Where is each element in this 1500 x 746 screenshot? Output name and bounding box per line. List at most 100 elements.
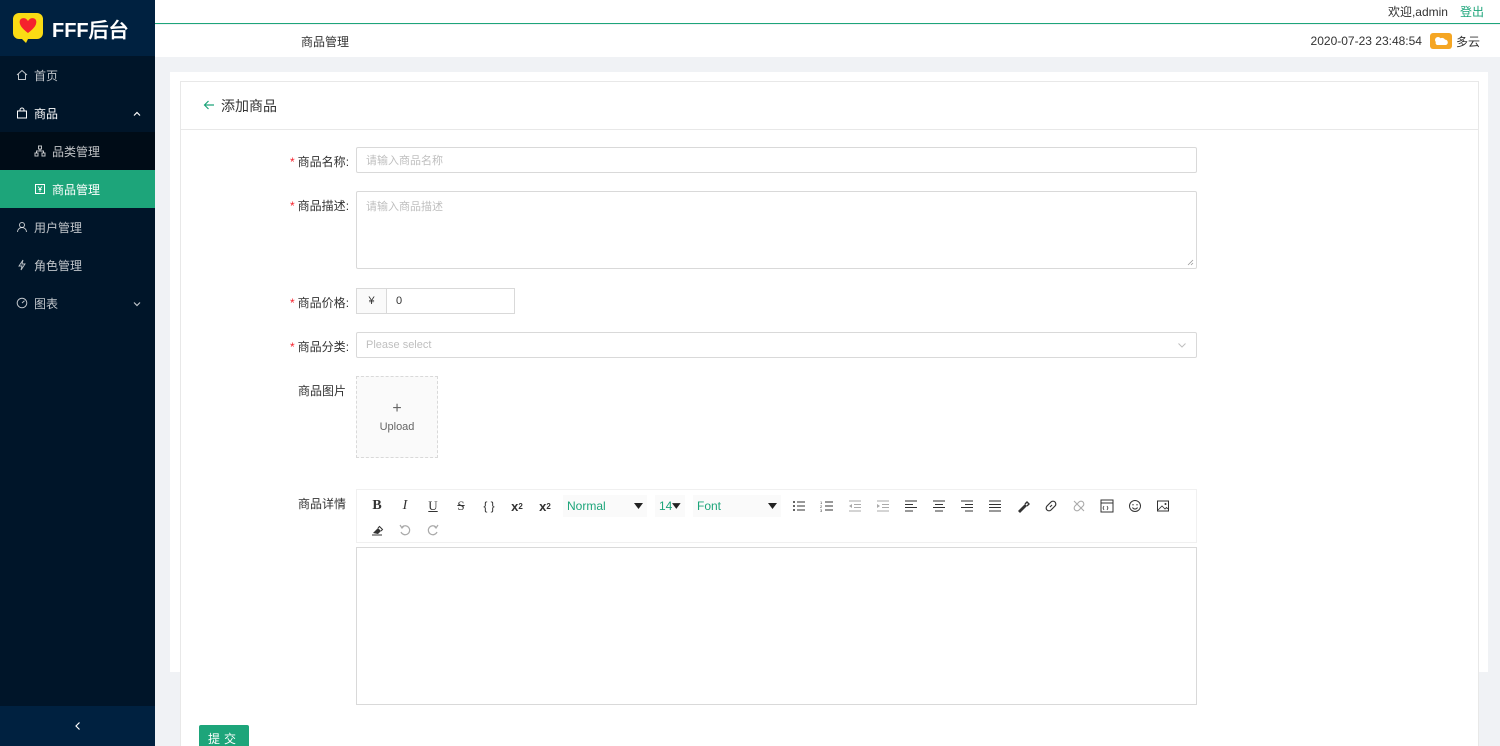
align-justify-icon[interactable]	[981, 494, 1009, 518]
sidebar-item-label: 商品	[34, 106, 59, 121]
desc-textarea[interactable]: 请输入商品描述	[356, 191, 1197, 269]
outdent-icon[interactable]	[841, 494, 869, 518]
align-center-icon[interactable]	[925, 494, 953, 518]
font-select[interactable]: Font	[693, 495, 781, 517]
header-select[interactable]: Normal	[563, 495, 647, 517]
breadcrumb: 商品管理	[301, 34, 350, 49]
undo-icon[interactable]	[391, 518, 419, 542]
sidebar-item-product-manage[interactable]: 商品管理	[0, 170, 155, 208]
sidebar-item-label: 商品管理	[52, 182, 101, 197]
form-row-price: * 商品价格: ¥ 0	[290, 288, 515, 314]
redo-icon[interactable]	[419, 518, 447, 542]
cloudy-icon	[1429, 33, 1452, 49]
header-bottom: 商品管理 2020-07-23 23:48:54 多云	[155, 25, 1500, 57]
emoji-icon[interactable]	[1121, 494, 1149, 518]
desc-label: * 商品描述:	[290, 199, 350, 213]
sidebar-item-label: 品类管理	[52, 144, 101, 159]
card-header: 添加商品	[181, 82, 1478, 130]
sidebar-item-label: 图表	[34, 296, 59, 311]
italic-icon[interactable]: I	[391, 494, 419, 518]
caret-down-icon	[672, 503, 681, 509]
header-select-value: Normal	[567, 499, 606, 513]
form-row-name: * 商品名称: 请输入商品名称	[290, 147, 1197, 173]
page-title: 添加商品	[221, 97, 277, 114]
thunderbolt-icon	[16, 259, 28, 271]
price-input-group: ¥ 0	[356, 288, 515, 314]
code-block-icon[interactable]: { }	[475, 494, 503, 518]
rich-text-editor: B I U S { } x2 x2 Normal 14 Font 1 2 3	[356, 489, 1197, 705]
arrow-left-icon[interactable]	[203, 98, 215, 114]
welcome-text: 欢迎,admin	[1387, 5, 1448, 19]
underline-icon[interactable]: U	[419, 494, 447, 518]
form-row-desc: * 商品描述: 请输入商品描述	[290, 191, 1197, 269]
chevron-left-icon	[74, 722, 80, 730]
sidebar-item-label: 用户管理	[34, 220, 83, 235]
dashboard-icon	[16, 297, 28, 309]
apartment-icon	[34, 145, 46, 157]
subscript-icon[interactable]: x2	[531, 494, 559, 518]
editor-content-area[interactable]	[356, 547, 1197, 705]
image-upload[interactable]: + Upload	[356, 376, 438, 458]
superscript-icon[interactable]: x2	[503, 494, 531, 518]
product-icon	[34, 183, 46, 195]
size-select[interactable]: 14	[655, 495, 685, 517]
sidebar-item-roles[interactable]: 角色管理	[0, 246, 155, 284]
sidebar-item-label: 角色管理	[34, 258, 83, 273]
eraser-icon[interactable]	[363, 518, 391, 542]
align-left-icon[interactable]	[897, 494, 925, 518]
sidebar-item-home[interactable]: 首页	[0, 56, 155, 94]
logout-link[interactable]: 登出	[1460, 3, 1484, 20]
sidebar: FFF后台 首页 商品 品类管理 商品管理 用户管理 角色管理 图表	[0, 0, 155, 746]
upload-text: Upload	[379, 421, 415, 433]
unlink-icon[interactable]	[1065, 494, 1093, 518]
sidebar-collapse-button[interactable]	[0, 706, 155, 746]
size-select-value: 14	[659, 499, 673, 513]
name-label: * 商品名称:	[290, 155, 350, 169]
datetime: 2020-07-23 23:48:54	[1310, 34, 1422, 48]
editor-toolbar: B I U S { } x2 x2 Normal 14 Font 1 2 3	[356, 489, 1197, 543]
shopping-icon	[16, 107, 28, 119]
caret-down-icon	[768, 503, 777, 509]
resize-handle-icon[interactable]	[1187, 259, 1194, 266]
plus-icon: +	[392, 400, 402, 417]
form-row-image: 商品图片 + Upload	[290, 376, 438, 458]
logo-text: FFF后台	[52, 19, 129, 42]
price-input[interactable]: 0	[386, 288, 515, 314]
ordered-list-icon[interactable]: 123	[813, 494, 841, 518]
logo-heart-icon	[13, 13, 43, 43]
form-row-detail: 商品详情 B I U S { } x2 x2 Normal 14 Font 1 …	[290, 489, 1197, 705]
bold-icon[interactable]: B	[363, 494, 391, 518]
sidebar-submenu-products: 品类管理 商品管理	[0, 132, 155, 208]
image-icon[interactable]	[1149, 494, 1177, 518]
category-placeholder: Please select	[366, 339, 432, 351]
chevron-down-icon	[1178, 343, 1186, 348]
desc-placeholder: 请输入商品描述	[366, 201, 443, 213]
chevron-down-icon	[133, 297, 141, 311]
link-icon[interactable]	[1037, 494, 1065, 518]
bullet-list-icon[interactable]	[785, 494, 813, 518]
caret-down-icon	[634, 503, 643, 509]
header-info: 2020-07-23 23:48:54 多云	[1311, 25, 1480, 57]
indent-icon[interactable]	[869, 494, 897, 518]
embed-code-icon[interactable]	[1093, 494, 1121, 518]
category-select[interactable]: Please select	[356, 332, 1197, 358]
svg-text:3: 3	[820, 508, 823, 512]
font-select-value: Font	[697, 499, 722, 513]
category-label: * 商品分类:	[290, 340, 350, 354]
header-top: 欢迎,admin 登出	[155, 0, 1500, 24]
weather-text: 多云	[1455, 34, 1480, 49]
submit-button[interactable]: 提交	[199, 725, 249, 746]
sidebar-item-users[interactable]: 用户管理	[0, 208, 155, 246]
sidebar-item-category[interactable]: 品类管理	[0, 132, 155, 170]
logo[interactable]: FFF后台	[0, 0, 155, 56]
price-label: * 商品价格:	[290, 296, 350, 310]
sidebar-item-products[interactable]: 商品	[0, 94, 155, 132]
name-input[interactable]: 请输入商品名称	[356, 147, 1197, 173]
form-row-category: * 商品分类: Please select	[290, 332, 1197, 358]
currency-prefix: ¥	[356, 288, 386, 314]
strikethrough-icon[interactable]: S	[447, 494, 475, 518]
align-right-icon[interactable]	[953, 494, 981, 518]
color-picker-icon[interactable]	[1009, 494, 1037, 518]
sidebar-item-charts[interactable]: 图表	[0, 284, 155, 322]
image-label: 商品图片	[297, 384, 346, 398]
